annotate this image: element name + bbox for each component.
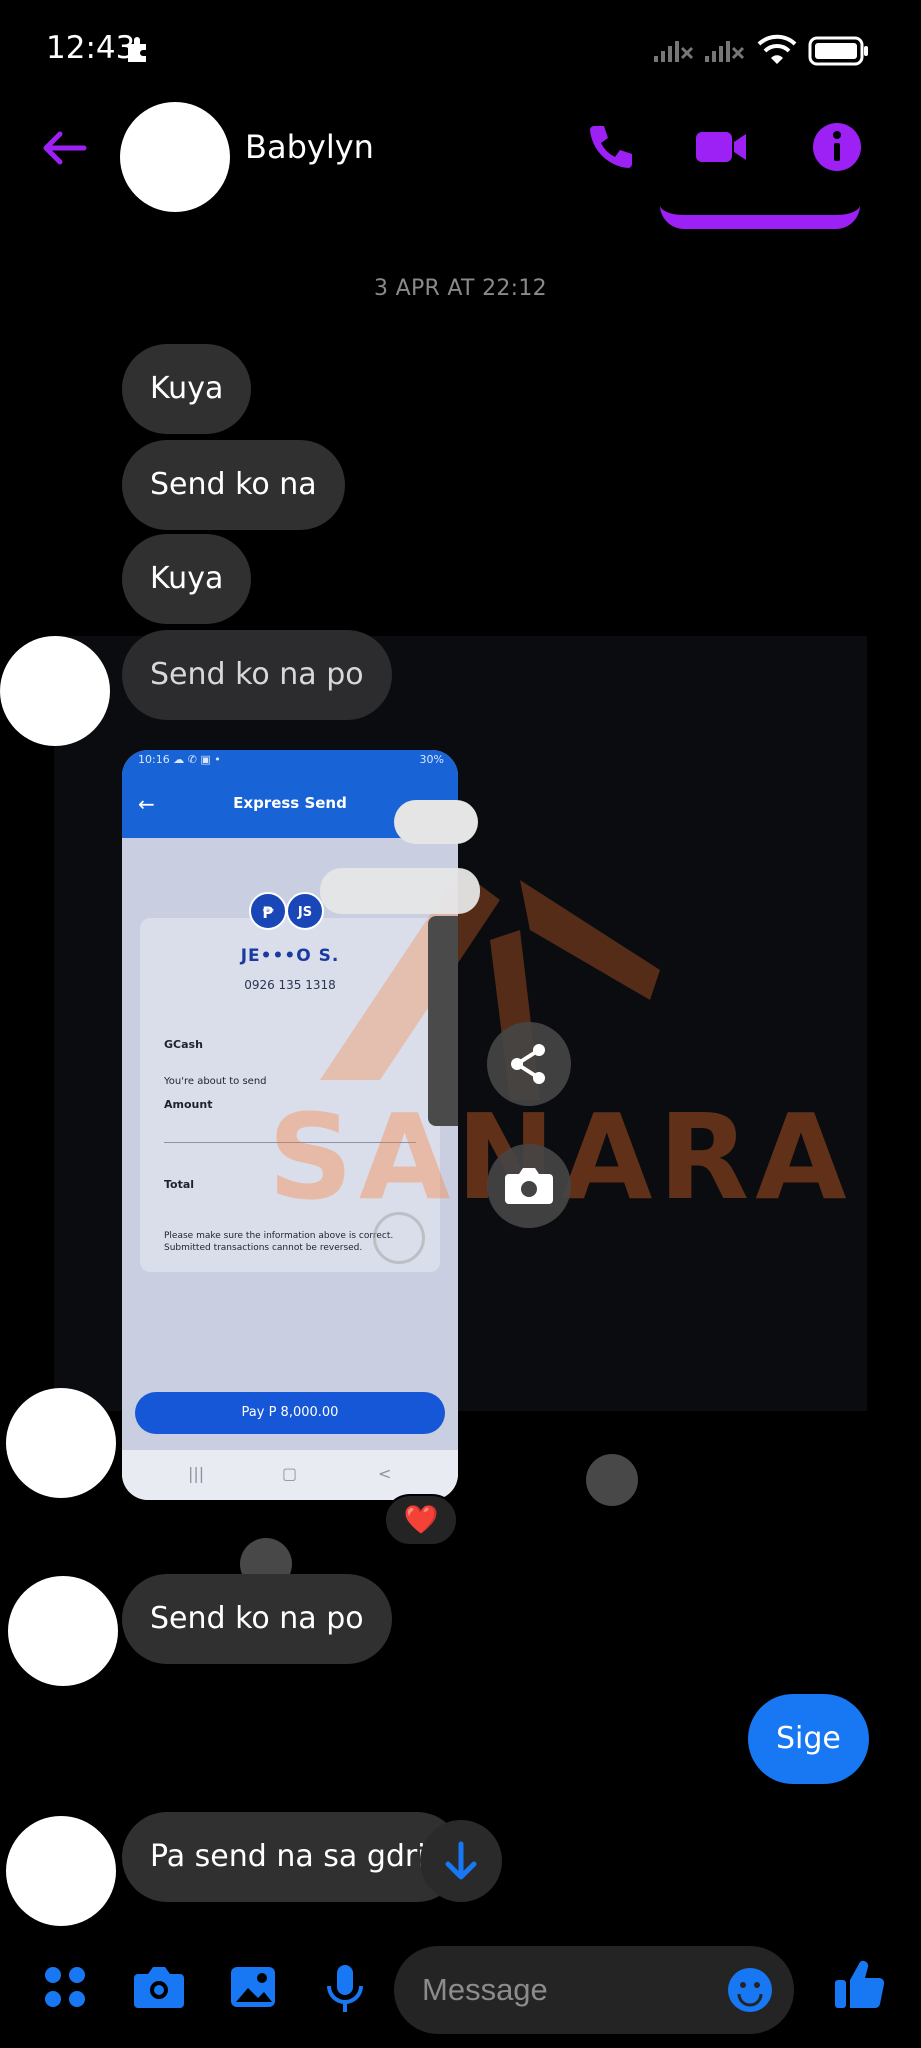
sender-avatar[interactable] — [6, 1388, 116, 1498]
received-message[interactable]: Send ko na — [122, 440, 345, 530]
apps-icon[interactable] — [40, 1962, 90, 2012]
image-about-to-send: You're about to send — [164, 1076, 267, 1087]
image-nav-back-icon: < — [378, 1464, 392, 1483]
image-nav-home-icon: ▢ — [282, 1464, 298, 1483]
status-bar: 12:43 — [0, 0, 921, 100]
image-pay-button: Pay P 8,000.00 — [135, 1392, 445, 1434]
contact-name[interactable]: Babylyn — [245, 128, 374, 166]
phone-icon[interactable] — [580, 118, 638, 176]
sender-avatar[interactable] — [6, 1816, 116, 1926]
info-icon[interactable] — [808, 118, 866, 176]
sent-message[interactable]: Sige — [748, 1694, 869, 1784]
image-amount-label: Amount — [164, 1098, 213, 1111]
capture-side-tab[interactable] — [428, 916, 458, 1126]
screenshot-button[interactable] — [487, 1144, 571, 1228]
peso-logo-icon: ₱ — [249, 892, 287, 930]
back-arrow-icon[interactable] — [38, 122, 90, 174]
received-message[interactable]: Kuya — [122, 344, 252, 434]
contact-avatar[interactable] — [120, 102, 230, 212]
emoji-icon[interactable] — [726, 1966, 774, 2014]
scroll-to-bottom-button[interactable] — [420, 1820, 502, 1902]
received-message[interactable]: Pa send na sa gdriv — [122, 1812, 462, 1902]
signal-off-icon — [705, 41, 745, 62]
camera-icon — [505, 1168, 553, 1204]
sender-avatar[interactable] — [0, 636, 110, 746]
received-message[interactable]: Kuya — [122, 534, 252, 624]
status-time: 12:43 — [46, 30, 136, 66]
message-composer: Message — [0, 1938, 921, 2048]
camera-icon[interactable] — [132, 1962, 186, 2012]
heart-reaction[interactable]: ❤️ — [384, 1494, 458, 1546]
image-status-bar: 10:16 ☁ ✆ ▣ • 30% — [122, 750, 458, 770]
notification-icon — [128, 37, 146, 62]
floating-dot — [586, 1454, 638, 1506]
chat-header: Babylyn — [0, 100, 921, 212]
like-icon[interactable] — [832, 1958, 886, 2012]
received-message[interactable]: Send ko na po — [122, 1574, 392, 1664]
microphone-icon[interactable] — [322, 1962, 368, 2016]
signal-off-icon — [654, 41, 694, 62]
image-source: GCash — [164, 1038, 203, 1051]
capture-handle[interactable] — [320, 868, 480, 914]
share-icon — [511, 1044, 545, 1084]
message-input[interactable]: Message — [394, 1946, 794, 2034]
image-status-time: 10:16 ☁ ✆ ▣ • — [138, 753, 221, 766]
wifi-icon — [757, 34, 797, 64]
gallery-icon[interactable] — [228, 1962, 278, 2012]
video-icon[interactable] — [692, 118, 750, 176]
image-nav-recents-icon: ||| — [188, 1464, 205, 1483]
date-separator: 3 APR AT 22:12 — [374, 276, 547, 301]
capture-handle[interactable] — [394, 800, 478, 844]
capture-dot — [373, 1212, 425, 1264]
message-placeholder: Message — [422, 1972, 548, 2007]
sender-avatar[interactable] — [8, 1576, 118, 1686]
share-button[interactable] — [487, 1022, 571, 1106]
image-total-label: Total — [164, 1178, 195, 1191]
image-battery: 30% — [419, 753, 444, 766]
previous-message-bubble-edge — [660, 205, 860, 229]
received-message[interactable]: Send ko na po — [122, 630, 392, 720]
image-nav-bar: ||| ▢ < — [122, 1450, 458, 1500]
battery-icon — [808, 36, 868, 66]
arrow-down-icon — [445, 1841, 477, 1880]
